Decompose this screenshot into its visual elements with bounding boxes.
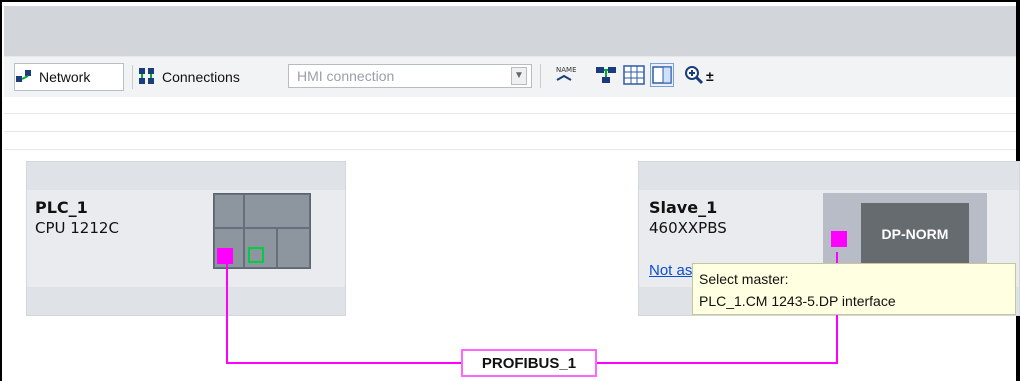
device-footer <box>27 287 345 315</box>
device-header <box>27 162 345 190</box>
plc-module-image <box>213 193 311 269</box>
connection-type-select[interactable]: HMI connection ▼ <box>288 64 532 88</box>
slave-name: Slave_1 <box>649 198 718 217</box>
profibus-port-plc[interactable] <box>217 248 233 264</box>
tooltip-line-1: Select master: <box>699 271 789 287</box>
grid-icon[interactable] <box>622 63 646 87</box>
profibus-port-slave[interactable] <box>831 231 847 247</box>
assign-master-link[interactable]: Not as <box>649 262 692 279</box>
chevron-down-icon[interactable]: ▼ <box>511 67 527 85</box>
toolbar-separator <box>132 65 133 89</box>
svg-text:NAME: NAME <box>556 66 576 74</box>
network-view-button[interactable]: Network <box>14 63 124 91</box>
slave-type: 460XXPBS <box>649 219 727 237</box>
device-header <box>639 162 1019 190</box>
module-slot <box>214 194 244 228</box>
profibus-line[interactable] <box>226 260 228 364</box>
toolbar-separator <box>540 64 541 88</box>
module-slot <box>277 228 310 268</box>
dp-norm-module: DP-NORM <box>861 203 969 265</box>
module-slot <box>244 194 310 228</box>
name-assign-icon[interactable]: NAME <box>552 63 577 87</box>
grid-line <box>4 113 1016 114</box>
network-label: Network <box>39 69 91 85</box>
table-view-icon[interactable] <box>650 63 674 87</box>
plc-type: CPU 1212C <box>35 219 119 237</box>
profinet-port[interactable] <box>248 247 264 263</box>
grid-line <box>4 131 1016 132</box>
zoom-in-icon[interactable] <box>682 63 706 87</box>
network-canvas[interactable]: PLC_1 CPU 1212C Slave_1 460XXPBS Not as … <box>4 97 1020 381</box>
title-bar <box>4 6 1016 56</box>
connections-label: Connections <box>162 69 240 85</box>
plc-device[interactable]: PLC_1 CPU 1212C <box>26 161 346 316</box>
zoom-options-button[interactable]: ± <box>706 62 714 90</box>
connections-icon <box>138 67 156 88</box>
profibus-label[interactable]: PROFIBUS_1 <box>461 349 597 377</box>
plc-name: PLC_1 <box>35 198 88 217</box>
tooltip-line-2: PLC_1.CM 1243-5.DP interface <box>699 293 896 309</box>
connections-button[interactable]: Connections <box>138 63 240 91</box>
connection-type-value: HMI connection <box>297 68 395 84</box>
tooltip: Select master: PLC_1.CM 1243-5.DP interf… <box>692 263 1016 315</box>
grid-line <box>4 149 1016 150</box>
network-icon <box>15 68 33 87</box>
slave-module-image: DP-NORM <box>823 193 987 269</box>
zoom-options-label: ± <box>706 68 714 84</box>
network-overview-icon[interactable] <box>594 63 618 87</box>
